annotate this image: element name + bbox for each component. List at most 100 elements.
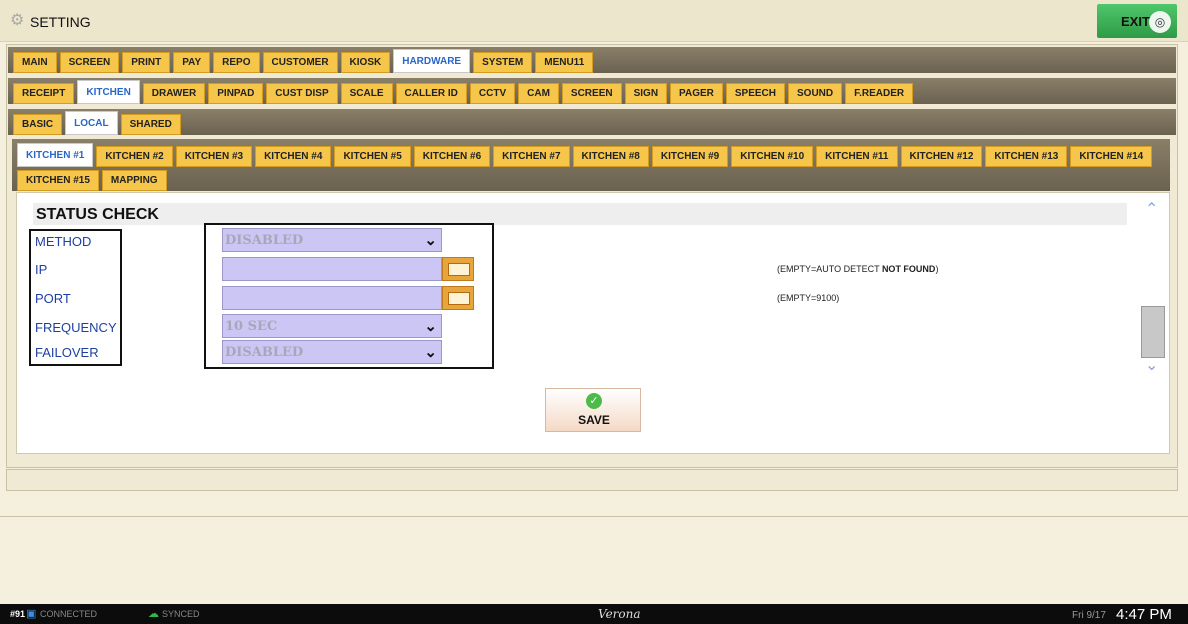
label-group: METHOD IP PORT FREQUENCY FAILOVER (29, 229, 122, 366)
port-note: (EMPTY=9100) (777, 293, 840, 303)
kitchen-number-tab-bar: KITCHEN #1 KITCHEN #2 KITCHEN #3 KITCHEN #4… (12, 139, 1170, 191)
exit-label: EXIT (1121, 14, 1150, 29)
printer-tab-kitchen-6[interactable]: KITCHEN #6 (413, 146, 491, 167)
scrollbar[interactable]: ⌃ ⌄ (1141, 197, 1167, 375)
printer-tab-kitchen-8[interactable]: KITCHEN #8 (572, 146, 649, 167)
title-bar: ⚙ SETTING EXIT ◎ (0, 0, 1188, 42)
kitchen-tab-basic[interactable]: BASIC (13, 114, 63, 135)
hw-tab-speech[interactable]: SPEECH (725, 83, 785, 104)
hw-tab-caller-id[interactable]: CALLER ID (395, 83, 467, 104)
method-value: DISABLED (225, 233, 304, 248)
hardware-tab-bar: RECEIPT KITCHEN DRAWER PINPAD CUST DISP SCALE… (8, 78, 1176, 104)
hw-tab-scale[interactable]: SCALE (340, 83, 393, 104)
printer-tab-kitchen-5[interactable]: KITCHEN #5 (334, 146, 411, 167)
hw-tab-sign[interactable]: SIGN (624, 83, 668, 104)
printer-tab-kitchen-3[interactable]: KITCHEN #3 (175, 146, 253, 167)
hw-tab-screen[interactable]: SCREEN (561, 83, 622, 104)
printer-tab-kitchen-11[interactable]: KITCHEN #11 (816, 146, 898, 167)
kitchen-tab-local[interactable]: LOCAL (65, 111, 118, 135)
frequency-select[interactable]: 10 SEC ⌄ (222, 314, 442, 338)
printer-tab-kitchen-4[interactable]: KITCHEN #4 (255, 146, 332, 167)
scroll-thumb[interactable] (1141, 306, 1165, 358)
failover-value: DISABLED (225, 345, 304, 360)
section-header: STATUS CHECK (33, 203, 1127, 225)
hw-tab-f-reader[interactable]: F.READER (845, 83, 914, 104)
cloud-icon: ☁ (148, 608, 159, 620)
printer-tab-kitchen-1[interactable]: KITCHEN #1 (17, 143, 94, 167)
hw-tab-cust-disp[interactable]: CUST DISP (266, 83, 338, 104)
method-label: METHOD (35, 234, 92, 249)
printer-tab-kitchen-9[interactable]: KITCHEN #9 (651, 146, 729, 167)
ip-note-status: NOT FOUND (881, 264, 936, 274)
hw-tab-receipt[interactable]: RECEIPT (13, 83, 75, 104)
tab-hardware[interactable]: HARDWARE (393, 49, 471, 73)
frequency-value: 10 SEC (225, 319, 278, 334)
exit-button[interactable]: EXIT ◎ (1097, 4, 1177, 38)
chevron-down-icon: ⌄ (424, 232, 437, 249)
failover-label: FAILOVER (35, 345, 99, 360)
ip-note-text: (EMPTY=AUTO DETECT (777, 264, 882, 274)
kitchen-tab-shared[interactable]: SHARED (120, 114, 181, 135)
tab-system[interactable]: SYSTEM (473, 52, 533, 73)
hw-tab-kitchen[interactable]: KITCHEN (77, 80, 140, 104)
keyboard-icon[interactable] (442, 286, 474, 310)
printer-tab-kitchen-2[interactable]: KITCHEN #2 (96, 146, 173, 167)
printer-tab-kitchen-7[interactable]: KITCHEN #7 (493, 146, 570, 167)
hw-tab-pager[interactable]: PAGER (670, 83, 723, 104)
printer-tab-kitchen-14[interactable]: KITCHEN #14 (1070, 146, 1153, 167)
hw-tab-cam[interactable]: CAM (518, 83, 559, 104)
method-select[interactable]: DISABLED ⌄ (222, 228, 442, 252)
chevron-up-icon[interactable]: ⌃ (1145, 199, 1158, 219)
main-tab-bar: MAIN SCREEN PRINT PAY REPO CUSTOMER KIOSK HARDW… (8, 47, 1176, 73)
station-id: #91 (10, 609, 26, 619)
tab-screen[interactable]: SCREEN (59, 52, 120, 73)
ip-input[interactable] (222, 257, 442, 281)
ip-note: (EMPTY=AUTO DETECT NOT FOUND) (777, 264, 938, 274)
port-label: PORT (35, 291, 71, 306)
save-button[interactable]: ✓ SAVE (545, 388, 641, 432)
gear-icon: ⚙ (10, 12, 25, 29)
printer-tab-kitchen-10[interactable]: KITCHEN #10 (731, 146, 814, 167)
tab-repo[interactable]: REPO (213, 52, 260, 73)
tab-pay[interactable]: PAY (173, 52, 211, 73)
status-check-content: STATUS CHECK METHOD IP PORT FREQUENCY FA… (16, 192, 1170, 454)
ip-label: IP (35, 262, 48, 277)
hw-tab-pinpad[interactable]: PINPAD (208, 83, 264, 104)
printer-tab-mapping[interactable]: MAPPING (101, 170, 167, 191)
hw-tab-sound[interactable]: SOUND (788, 83, 843, 104)
chevron-down-icon[interactable]: ⌄ (1145, 355, 1158, 375)
failover-select[interactable]: DISABLED ⌄ (222, 340, 442, 364)
check-icon: ✓ (586, 393, 602, 409)
control-group: DISABLED ⌄ 10 SEC ⌄ DISABLED ⌄ (204, 223, 494, 369)
frequency-label: FREQUENCY (35, 320, 117, 335)
ip-note-end: ) (935, 264, 939, 274)
hw-tab-drawer[interactable]: DRAWER (142, 83, 206, 104)
divider (0, 516, 1188, 517)
tab-print[interactable]: PRINT (122, 52, 171, 73)
tab-kiosk[interactable]: KIOSK (340, 52, 391, 73)
printer-tab-kitchen-12[interactable]: KITCHEN #12 (900, 146, 983, 167)
tab-customer[interactable]: CUSTOMER (262, 52, 338, 73)
screenshot-icon[interactable]: ◎ (1149, 11, 1171, 33)
hw-tab-cctv[interactable]: CCTV (469, 83, 516, 104)
chevron-down-icon: ⌄ (424, 344, 437, 361)
keyboard-icon[interactable] (442, 257, 474, 281)
status-bar: #91 ▣ CONNECTED ☁ SYNCED Verona Fri 9/17… (0, 604, 1188, 624)
save-label: SAVE (578, 413, 610, 427)
secondary-bar (6, 469, 1178, 491)
printer-tab-kitchen-15[interactable]: KITCHEN #15 (17, 170, 99, 191)
section-title: STATUS CHECK (36, 206, 159, 223)
port-input[interactable] (222, 286, 442, 310)
tab-main[interactable]: MAIN (13, 52, 57, 73)
kitchen-tab-bar: BASIC LOCAL SHARED (8, 109, 1176, 135)
window-title: SETTING (30, 14, 91, 30)
store-name: Verona (598, 607, 641, 621)
status-time: 4:47 PM (1116, 606, 1172, 623)
tab-menu11[interactable]: MENU11 (535, 52, 594, 73)
network-icon: ▣ (26, 608, 37, 620)
printer-tab-kitchen-13[interactable]: KITCHEN #13 (985, 146, 1068, 167)
chevron-down-icon: ⌄ (424, 318, 437, 335)
status-date: Fri 9/17 (1072, 610, 1106, 621)
connected-status: CONNECTED (40, 609, 98, 619)
synced-status: SYNCED (162, 609, 200, 619)
